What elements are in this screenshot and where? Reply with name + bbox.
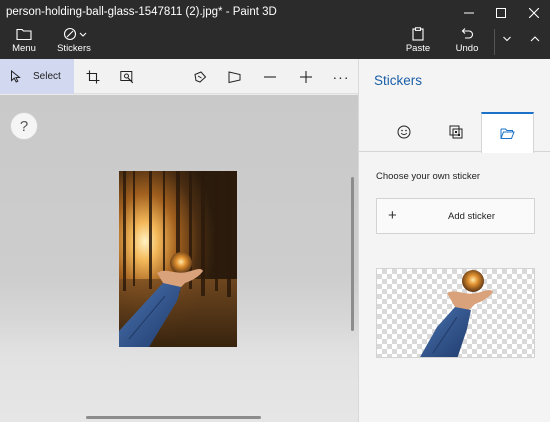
stickers-ribbon-button[interactable]: Stickers [55,25,93,59]
horizontal-scrollbar[interactable] [86,416,261,419]
maximize-icon [496,7,506,18]
folder-icon [16,28,32,41]
open-folder-icon [500,128,515,139]
crop-icon [86,70,100,83]
help-button[interactable]: ? [10,112,38,140]
stickers-label: Stickers [57,43,91,54]
clipboard-icon [412,27,424,41]
window-title: person-holding-ball-glass-1547811 (2).jp… [6,6,277,18]
stickers-panel: Stickers Choose your own sticker + Add s… [358,59,550,422]
tab-texture-stickers[interactable] [429,112,482,152]
chevron-down-icon [503,36,511,42]
panel-title: Stickers [374,73,423,88]
canvas-photo[interactable] [119,171,237,347]
title-bar: person-holding-ball-glass-1547811 (2).jp… [0,0,550,25]
maximize-button[interactable] [485,0,517,25]
undo-icon [461,28,474,39]
menu-label: Menu [12,43,36,54]
smiley-icon [397,125,410,139]
paste-button[interactable]: Paste [402,25,434,59]
select-label: Select [33,71,61,82]
crop-button[interactable] [79,59,107,94]
chevron-down-icon [79,32,87,37]
tab-custom-stickers[interactable] [481,112,534,153]
close-button[interactable] [518,0,550,25]
collapse-ribbon-button[interactable] [526,25,544,59]
rotate-icon [194,70,207,83]
cursor-arrow-icon [11,70,21,83]
undo-button[interactable]: Undo [452,25,482,59]
minimize-icon [464,12,474,13]
plus-icon [300,70,312,83]
select-tool-button[interactable]: Select [0,59,74,94]
stickers-icon [63,27,87,41]
paste-label: Paste [405,43,431,54]
sticker-tabs [359,112,550,153]
sticker-preview[interactable] [376,268,535,358]
zoom-in-button[interactable] [292,59,320,94]
minus-icon [264,75,276,78]
choose-sticker-label: Choose your own sticker [376,171,481,182]
flip-icon [228,70,241,83]
ribbon-divider [494,29,495,55]
sticker-thumbnail [420,270,493,357]
add-sticker-label: Add sticker [448,211,495,222]
canvas-area[interactable]: ? [0,95,358,422]
add-sticker-button[interactable]: + Add sticker [376,198,535,234]
minimize-button[interactable] [453,0,485,25]
undo-label: Undo [455,43,479,54]
close-icon [529,7,539,18]
magic-select-icon [120,70,134,83]
chevron-up-icon [530,36,540,42]
flip-button[interactable] [221,59,249,94]
tab-emoji-stickers[interactable] [377,112,430,152]
history-dropdown-button[interactable] [498,25,516,59]
tool-bar: Select ··· [0,59,358,94]
menu-button[interactable]: Menu [6,25,42,59]
command-ribbon: Menu Stickers Paste Undo [0,25,550,59]
zoom-out-button[interactable] [256,59,284,94]
texture-icon [449,125,462,139]
more-options-button[interactable]: ··· [327,59,355,94]
vertical-scrollbar[interactable] [351,177,354,331]
magic-select-button[interactable] [113,59,141,94]
rotate-button[interactable] [186,59,214,94]
